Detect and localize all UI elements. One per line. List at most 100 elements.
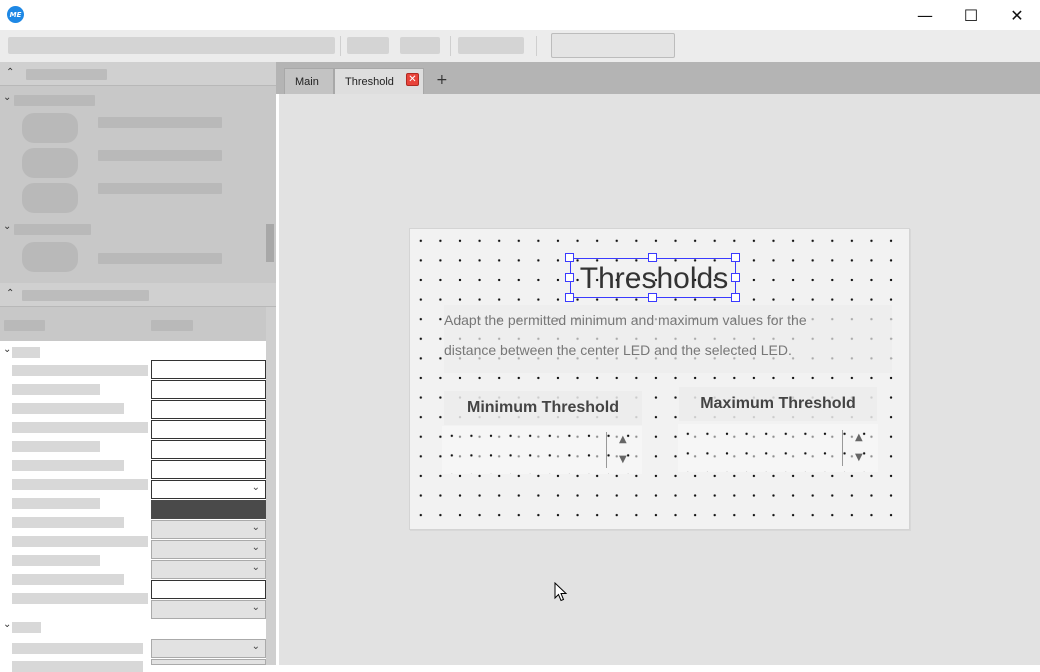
group-title-placeholder — [14, 224, 91, 235]
description-line: distance between the center LED and the … — [444, 342, 792, 358]
toolbox-section-header[interactable]: ⌃ — [0, 62, 276, 86]
property-color-swatch[interactable] — [151, 500, 266, 519]
tab-main[interactable]: Main — [284, 68, 334, 94]
left-panel: ⌃ ⌄ ⌄ ⌃ ⌄ ⌄ ⌄ ⌄ ⌄ ⌄ ⌄ ⌄ — [0, 62, 276, 672]
tab-threshold[interactable]: Threshold ✕ — [334, 68, 424, 94]
add-tab-button[interactable]: + — [436, 72, 448, 88]
expand-icon[interactable]: ⌄ — [3, 344, 11, 355]
spinbox-divider — [606, 432, 607, 468]
resize-handle[interactable] — [648, 293, 657, 302]
toolbox-item-icon[interactable] — [22, 183, 78, 213]
property-label — [12, 422, 148, 433]
toolbox-item-icon[interactable] — [22, 113, 78, 143]
spin-down-icon[interactable]: ▼ — [855, 452, 863, 463]
toolbox-item-icon[interactable] — [22, 242, 78, 272]
toolbox-item-label[interactable] — [98, 183, 222, 194]
toolbar-input[interactable] — [551, 33, 675, 58]
tab-strip: Main Threshold ✕ + — [276, 62, 1040, 94]
property-value-field[interactable] — [151, 460, 266, 479]
resize-handle[interactable] — [731, 293, 740, 302]
property-label — [12, 498, 100, 509]
resize-handle[interactable] — [731, 273, 740, 282]
property-dropdown[interactable]: ⌄ — [151, 560, 266, 579]
column-header-placeholder — [4, 320, 45, 331]
chevron-down-icon: ⌄ — [251, 482, 260, 493]
section-title-placeholder — [26, 69, 107, 80]
collapse-icon[interactable]: ⌃ — [6, 288, 14, 299]
chevron-down-icon: ⌄ — [251, 522, 260, 533]
property-label — [12, 593, 148, 604]
toolbar — [0, 30, 1040, 62]
minimum-threshold-spinbox[interactable]: ▲ ▼ — [442, 426, 642, 474]
properties-section-header[interactable]: ⌃ — [0, 283, 276, 307]
property-value-field[interactable] — [151, 440, 266, 459]
editor-workspace: Adapt the permitted minimum and maximum … — [279, 94, 1040, 665]
property-label — [12, 460, 124, 471]
title-bar: ME — ☐ ✕ — [0, 0, 1040, 30]
maximum-threshold-spinbox[interactable]: ▲ ▼ — [678, 424, 878, 472]
group-title-placeholder — [14, 95, 95, 106]
toolbar-separator — [340, 36, 341, 56]
section-title-placeholder — [22, 290, 149, 301]
toolbox-item-label[interactable] — [98, 253, 222, 264]
mouse-cursor-icon — [554, 582, 568, 602]
property-label — [12, 441, 100, 452]
property-dropdown[interactable]: ⌄ — [151, 600, 266, 619]
spin-up-icon[interactable]: ▲ — [855, 432, 863, 443]
scrollbar-thumb[interactable] — [266, 224, 274, 262]
property-label — [12, 555, 100, 566]
toolbar-item-placeholder[interactable] — [347, 37, 389, 54]
expand-icon[interactable]: ⌄ — [3, 92, 11, 103]
toolbox-item-icon[interactable] — [22, 148, 78, 178]
resize-handle[interactable] — [731, 253, 740, 262]
collapse-icon[interactable]: ⌃ — [6, 67, 14, 78]
property-label — [12, 536, 148, 547]
app-logo: ME — [7, 6, 24, 23]
property-grid-header — [0, 307, 266, 341]
toolbar-item-placeholder[interactable] — [400, 37, 440, 54]
resize-handle[interactable] — [565, 253, 574, 262]
resize-handle[interactable] — [565, 273, 574, 282]
maximum-threshold-label[interactable]: Maximum Threshold — [679, 387, 877, 421]
property-value-field[interactable] — [151, 380, 266, 399]
tab-label: Threshold — [345, 75, 394, 88]
toolbar-separator — [536, 36, 537, 56]
close-tab-icon[interactable]: ✕ — [406, 73, 419, 86]
property-dropdown[interactable]: ⌄ — [151, 540, 266, 559]
toolbar-item-placeholder[interactable] — [8, 37, 335, 54]
minimum-threshold-label[interactable]: Minimum Threshold — [444, 391, 642, 425]
property-dropdown[interactable]: ⌄ — [151, 480, 266, 499]
toolbox-item-label[interactable] — [98, 150, 222, 161]
property-label — [12, 403, 124, 414]
maximize-button[interactable]: ☐ — [948, 0, 994, 30]
toolbar-item-placeholder[interactable] — [458, 37, 524, 54]
spin-up-icon[interactable]: ▲ — [619, 434, 627, 445]
property-dropdown[interactable]: ⌄ — [151, 639, 266, 658]
property-label — [12, 365, 148, 376]
expand-icon[interactable]: ⌄ — [3, 221, 11, 232]
title-label-selected[interactable]: Thresholds — [570, 258, 736, 298]
property-label — [12, 479, 148, 490]
close-window-button[interactable]: ✕ — [994, 0, 1040, 30]
property-dropdown[interactable] — [151, 659, 266, 665]
spin-down-icon[interactable]: ▼ — [619, 454, 627, 465]
property-value-field[interactable] — [151, 400, 266, 419]
design-canvas[interactable]: Adapt the permitted minimum and maximum … — [409, 228, 910, 530]
description-label[interactable]: Adapt the permitted minimum and maximum … — [444, 305, 892, 373]
property-group-placeholder — [12, 347, 40, 358]
expand-icon[interactable]: ⌄ — [3, 619, 11, 630]
toolbox-item-label[interactable] — [98, 117, 222, 128]
property-dropdown[interactable]: ⌄ — [151, 520, 266, 539]
resize-handle[interactable] — [648, 253, 657, 262]
property-label — [12, 574, 124, 585]
property-scrollbar[interactable] — [266, 307, 276, 665]
property-grid: ⌄ ⌄ ⌄ ⌄ ⌄ ⌄ ⌄ ⌄ — [0, 307, 266, 672]
property-label — [12, 517, 124, 528]
property-label — [12, 661, 143, 672]
property-group-placeholder — [12, 622, 41, 633]
resize-handle[interactable] — [565, 293, 574, 302]
property-value-field[interactable] — [151, 360, 266, 379]
property-value-field[interactable] — [151, 420, 266, 439]
minimize-button[interactable]: — — [902, 0, 948, 30]
property-value-field[interactable] — [151, 580, 266, 599]
